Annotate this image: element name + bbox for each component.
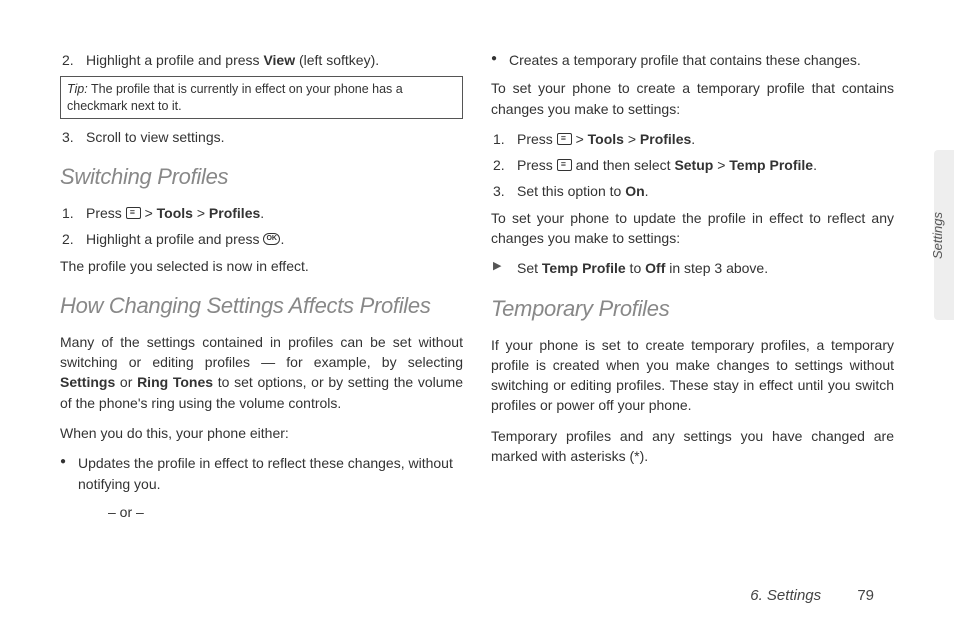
bold-text: Tools bbox=[157, 205, 193, 221]
list-item: 3. Scroll to view settings. bbox=[86, 127, 463, 147]
gt: > bbox=[572, 131, 588, 147]
tip-text: The profile that is currently in effect … bbox=[67, 82, 403, 112]
heading-switching-profiles: Switching Profiles bbox=[60, 161, 463, 193]
arrow-item: Set Temp Profile to Off in step 3 above. bbox=[491, 258, 894, 278]
heading-temporary-profiles: Temporary Profiles bbox=[491, 293, 894, 325]
bold-text: Off bbox=[645, 260, 665, 276]
bold-text: Settings bbox=[60, 374, 115, 390]
tip-box: Tip: The profile that is currently in ef… bbox=[60, 76, 463, 119]
right-column: Creates a temporary profile that contain… bbox=[491, 50, 894, 560]
step-text: Press bbox=[517, 131, 557, 147]
step-number: 3. bbox=[62, 127, 74, 147]
menu-key-icon bbox=[557, 159, 572, 171]
bold-text: Ring Tones bbox=[137, 374, 213, 390]
body-text: or bbox=[115, 374, 137, 390]
arrow-text: to bbox=[626, 260, 645, 276]
step-text: Highlight a profile and press bbox=[86, 52, 263, 68]
step-text: Set this option to bbox=[517, 183, 625, 199]
list-item: 3. Set this option to On. bbox=[517, 181, 894, 201]
bullet-item: Updates the profile in effect to reflect… bbox=[60, 453, 463, 494]
left-column: 2. Highlight a profile and press View (l… bbox=[60, 50, 463, 560]
step-number: 3. bbox=[493, 181, 505, 201]
paragraph: Temporary profiles and any settings you … bbox=[491, 426, 894, 467]
gt: > bbox=[193, 205, 209, 221]
two-column-layout: 2. Highlight a profile and press View (l… bbox=[60, 50, 894, 560]
arrow-text: Set bbox=[517, 260, 542, 276]
paragraph: Many of the settings contained in profil… bbox=[60, 332, 463, 413]
list-item: 1. Press > Tools > Profiles. bbox=[517, 129, 894, 149]
step-text: (left softkey). bbox=[295, 52, 379, 68]
list-item: 2. Highlight a profile and press View (l… bbox=[86, 50, 463, 70]
paragraph: To set your phone to update the profile … bbox=[491, 208, 894, 249]
bullet-text: Creates a temporary profile that contain… bbox=[509, 52, 861, 68]
body-text: Many of the settings contained in profil… bbox=[60, 334, 463, 370]
gt: > bbox=[624, 131, 640, 147]
step-text: Press bbox=[517, 157, 557, 173]
menu-key-icon bbox=[126, 207, 141, 219]
ok-key-icon bbox=[263, 233, 280, 245]
bold-text: View bbox=[263, 52, 295, 68]
paragraph: The profile you selected is now in effec… bbox=[60, 256, 463, 276]
bold-text: Temp Profile bbox=[729, 157, 813, 173]
step-number: 2. bbox=[493, 155, 505, 175]
step-number: 1. bbox=[493, 129, 505, 149]
bold-text: Profiles bbox=[640, 131, 691, 147]
bold-text: Tools bbox=[588, 131, 624, 147]
step-text: Highlight a profile and press bbox=[86, 231, 263, 247]
bullet-text: Updates the profile in effect to reflect… bbox=[78, 455, 453, 491]
bold-text: On bbox=[625, 183, 644, 199]
bold-text: Temp Profile bbox=[542, 260, 626, 276]
step-number: 2. bbox=[62, 229, 74, 249]
paragraph: When you do this, your phone either: bbox=[60, 423, 463, 443]
step-text: Scroll to view settings. bbox=[86, 129, 225, 145]
bullet-item: Creates a temporary profile that contain… bbox=[491, 50, 894, 70]
bold-text: Setup bbox=[674, 157, 713, 173]
list-item: 1. Press > Tools > Profiles. bbox=[86, 203, 463, 223]
step-number: 1. bbox=[62, 203, 74, 223]
menu-key-icon bbox=[557, 133, 572, 145]
footer-page-number: 79 bbox=[857, 587, 874, 604]
footer-chapter: 6. Settings bbox=[750, 587, 821, 604]
gt: > bbox=[713, 157, 729, 173]
side-tab-label: Settings bbox=[930, 212, 945, 259]
step-text: Press bbox=[86, 205, 126, 221]
tip-label: Tip: bbox=[67, 82, 88, 96]
arrow-text: in step 3 above. bbox=[665, 260, 768, 276]
paragraph: To set your phone to create a temporary … bbox=[491, 78, 894, 119]
gt: > bbox=[141, 205, 157, 221]
step-text: and then select bbox=[572, 157, 675, 173]
step-number: 2. bbox=[62, 50, 74, 70]
heading-changing-settings: How Changing Settings Affects Profiles bbox=[60, 290, 463, 322]
or-separator: – or – bbox=[108, 502, 463, 522]
bold-text: Profiles bbox=[209, 205, 260, 221]
page-footer: 6. Settings 79 bbox=[750, 587, 874, 604]
list-item: 2. Highlight a profile and press . bbox=[86, 229, 463, 249]
paragraph: If your phone is set to create temporary… bbox=[491, 335, 894, 416]
list-item: 2. Press and then select Setup > Temp Pr… bbox=[517, 155, 894, 175]
side-tab: Settings bbox=[934, 150, 954, 320]
